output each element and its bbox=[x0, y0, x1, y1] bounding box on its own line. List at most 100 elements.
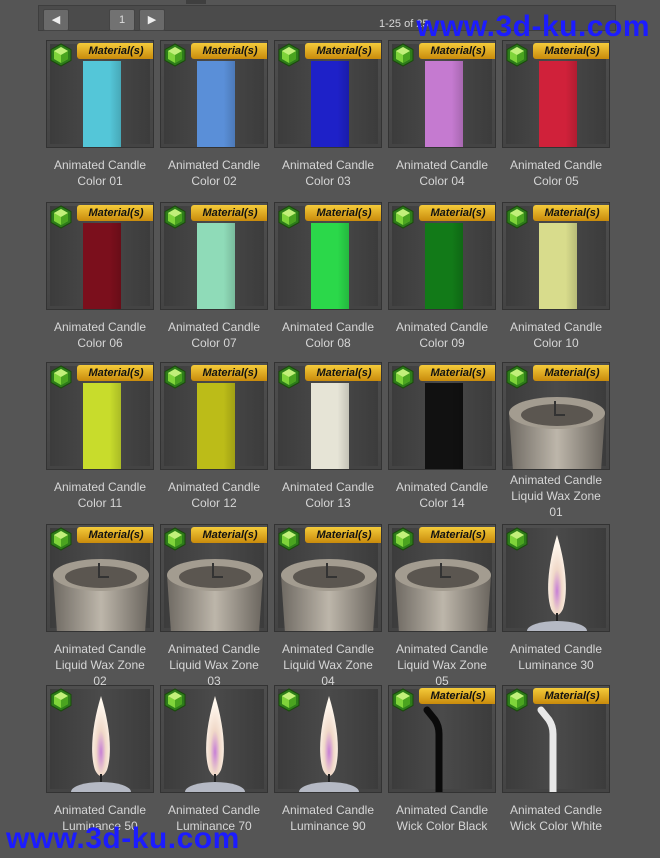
toolbar-notch bbox=[186, 0, 206, 4]
asset-label-line1: Animated Candle bbox=[167, 320, 261, 334]
asset-thumbnail[interactable]: Material(s) bbox=[46, 362, 154, 470]
asset-label-line2: Color 13 bbox=[305, 496, 351, 510]
asset-label-line1: Animated Candle bbox=[509, 642, 603, 656]
asset-label-line2: Color 09 bbox=[419, 336, 465, 350]
arrow-left-icon: ◀ bbox=[51, 14, 61, 26]
asset-label-line2: Color 01 bbox=[77, 174, 123, 188]
candle-color-swatch bbox=[539, 223, 577, 309]
asset-thumbnail[interactable]: Material(s) bbox=[388, 524, 496, 632]
asset-thumbnail[interactable]: Material(s) bbox=[388, 40, 496, 148]
asset-thumbnail[interactable]: Material(s) bbox=[502, 40, 610, 148]
asset-thumbnail[interactable]: Material(s) bbox=[160, 202, 268, 310]
product-gem-icon bbox=[277, 688, 301, 712]
material-badge: Material(s) bbox=[305, 527, 381, 543]
asset-label-line1: Animated Candle bbox=[167, 158, 261, 172]
asset-label-line2: Color 08 bbox=[305, 336, 351, 350]
asset-thumbnail[interactable]: Material(s) bbox=[502, 362, 610, 470]
material-badge: Material(s) bbox=[77, 365, 153, 381]
asset-label-line2: Liquid Wax Zone bbox=[511, 489, 601, 503]
asset-label-line2: Color 03 bbox=[305, 174, 351, 188]
product-gem-icon bbox=[505, 527, 529, 551]
product-gem-icon bbox=[391, 205, 415, 229]
asset-label-line1: Animated Candle bbox=[53, 320, 147, 334]
asset-label-line2: Color 06 bbox=[77, 336, 123, 350]
product-gem-icon bbox=[49, 43, 73, 67]
asset-thumbnail[interactable] bbox=[46, 685, 154, 793]
product-gem-icon bbox=[49, 527, 73, 551]
candle-color-swatch bbox=[197, 383, 235, 469]
product-gem-icon bbox=[49, 688, 73, 712]
product-gem-icon bbox=[163, 688, 187, 712]
asset-label-line1: Animated Candle bbox=[281, 480, 375, 494]
product-gem-icon bbox=[163, 205, 187, 229]
asset-label: Animated Candle Color 10 bbox=[492, 319, 620, 351]
asset-label-line1: Animated Candle bbox=[53, 158, 147, 172]
asset-thumbnail[interactable]: Material(s) bbox=[274, 524, 382, 632]
asset-label-line1: Animated Candle bbox=[53, 803, 147, 817]
candle-color-swatch bbox=[83, 223, 121, 309]
asset-label: Animated Candle Color 08 bbox=[264, 319, 392, 351]
asset-thumbnail[interactable] bbox=[502, 524, 610, 632]
candle-color-swatch bbox=[311, 223, 349, 309]
asset-label: Animated Candle Color 01 bbox=[36, 157, 164, 189]
asset-thumbnail[interactable]: Material(s) bbox=[160, 524, 268, 632]
prev-page-button[interactable]: ◀ bbox=[43, 9, 69, 31]
material-badge: Material(s) bbox=[191, 365, 267, 381]
material-badge: Material(s) bbox=[419, 688, 495, 704]
asset-label-line1: Animated Candle bbox=[509, 158, 603, 172]
asset-thumbnail[interactable]: Material(s) bbox=[46, 202, 154, 310]
asset-thumbnail[interactable]: Material(s) bbox=[46, 524, 154, 632]
asset-thumbnail[interactable] bbox=[274, 685, 382, 793]
material-badge: Material(s) bbox=[191, 527, 267, 543]
asset-label: Animated Candle Color 11 bbox=[36, 479, 164, 511]
product-gem-icon bbox=[163, 43, 187, 67]
asset-thumbnail[interactable]: Material(s) bbox=[274, 202, 382, 310]
asset-label: Animated Candle Color 06 bbox=[36, 319, 164, 351]
product-gem-icon bbox=[391, 527, 415, 551]
asset-label-line2: Color 14 bbox=[419, 496, 465, 510]
asset-thumbnail[interactable]: Material(s) bbox=[160, 40, 268, 148]
material-badge: Material(s) bbox=[419, 205, 495, 221]
asset-thumbnail[interactable]: Material(s) bbox=[46, 40, 154, 148]
asset-label-line1: Animated Candle bbox=[509, 473, 603, 487]
asset-label-line2: Liquid Wax Zone bbox=[283, 658, 373, 672]
asset-label-line2: Wick Color Black bbox=[396, 819, 488, 833]
asset-label: Animated Candle Color 04 bbox=[378, 157, 506, 189]
asset-label: Animated Candle Wick Color Black bbox=[378, 802, 506, 834]
asset-label: Animated Candle Liquid Wax Zone 01 bbox=[492, 472, 620, 520]
asset-label-line2: Color 04 bbox=[419, 174, 465, 188]
next-page-button[interactable]: ▶ bbox=[139, 9, 165, 31]
asset-thumbnail[interactable]: Material(s) bbox=[388, 685, 496, 793]
asset-thumbnail[interactable]: Material(s) bbox=[388, 202, 496, 310]
asset-label-line3: 01 bbox=[549, 505, 563, 519]
asset-thumbnail[interactable]: Material(s) bbox=[502, 202, 610, 310]
arrow-right-icon: ▶ bbox=[147, 14, 157, 26]
asset-label: Animated Candle Color 09 bbox=[378, 319, 506, 351]
asset-label-line1: Animated Candle bbox=[167, 803, 261, 817]
product-gem-icon bbox=[163, 527, 187, 551]
material-badge: Material(s) bbox=[533, 365, 609, 381]
asset-thumbnail[interactable] bbox=[160, 685, 268, 793]
asset-label-line2: Luminance 30 bbox=[518, 658, 594, 672]
asset-label: Animated Candle Wick Color White bbox=[492, 802, 620, 834]
material-badge: Material(s) bbox=[533, 43, 609, 59]
asset-thumbnail[interactable]: Material(s) bbox=[274, 40, 382, 148]
asset-thumbnail[interactable]: Material(s) bbox=[160, 362, 268, 470]
asset-thumbnail[interactable]: Material(s) bbox=[388, 362, 496, 470]
material-badge: Material(s) bbox=[419, 365, 495, 381]
product-gem-icon bbox=[391, 43, 415, 67]
product-gem-icon bbox=[277, 43, 301, 67]
material-badge: Material(s) bbox=[191, 43, 267, 59]
asset-label-line2: Color 05 bbox=[533, 174, 579, 188]
product-gem-icon bbox=[277, 205, 301, 229]
asset-label-line1: Animated Candle bbox=[281, 158, 375, 172]
asset-thumbnail[interactable]: Material(s) bbox=[502, 685, 610, 793]
asset-label-line1: Animated Candle bbox=[509, 803, 603, 817]
asset-thumbnail[interactable]: Material(s) bbox=[274, 362, 382, 470]
page-number[interactable]: 1 bbox=[109, 9, 135, 31]
asset-label-line1: Animated Candle bbox=[395, 642, 489, 656]
asset-label-line2: Color 07 bbox=[191, 336, 237, 350]
asset-label-line1: Animated Candle bbox=[53, 480, 147, 494]
asset-label-line2: Liquid Wax Zone bbox=[169, 658, 259, 672]
material-badge: Material(s) bbox=[305, 205, 381, 221]
